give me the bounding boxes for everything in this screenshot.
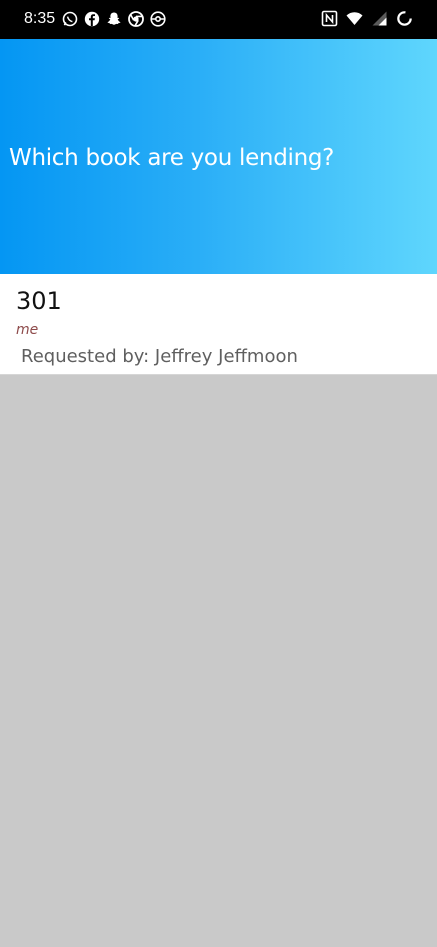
nfc-icon	[321, 10, 338, 27]
signal-icon	[372, 11, 387, 26]
chrome-icon	[128, 11, 144, 27]
book-list: 301 me Requested by: Jeffrey Jeffmoon	[0, 274, 437, 375]
whatsapp-icon	[62, 11, 78, 27]
book-requested-by: Requested by: Jeffrey Jeffmoon	[21, 346, 298, 367]
list-item[interactable]: 301 me Requested by: Jeffrey Jeffmoon	[0, 274, 437, 375]
snapchat-icon	[107, 12, 121, 25]
book-owner: me	[16, 322, 39, 338]
page-header: Which book are you lending?	[0, 39, 437, 274]
status-right-icons	[321, 10, 413, 27]
wifi-icon	[346, 12, 363, 25]
status-time: 8:35	[24, 10, 56, 27]
status-bar: 8:35	[0, 0, 437, 39]
divider	[0, 374, 437, 375]
page-title: Which book are you lending?	[9, 145, 335, 171]
status-left-icons	[62, 11, 166, 27]
battery-loading-icon	[397, 11, 412, 26]
pokeball-icon	[150, 11, 166, 27]
facebook-icon	[84, 11, 100, 27]
book-title: 301	[16, 287, 62, 315]
